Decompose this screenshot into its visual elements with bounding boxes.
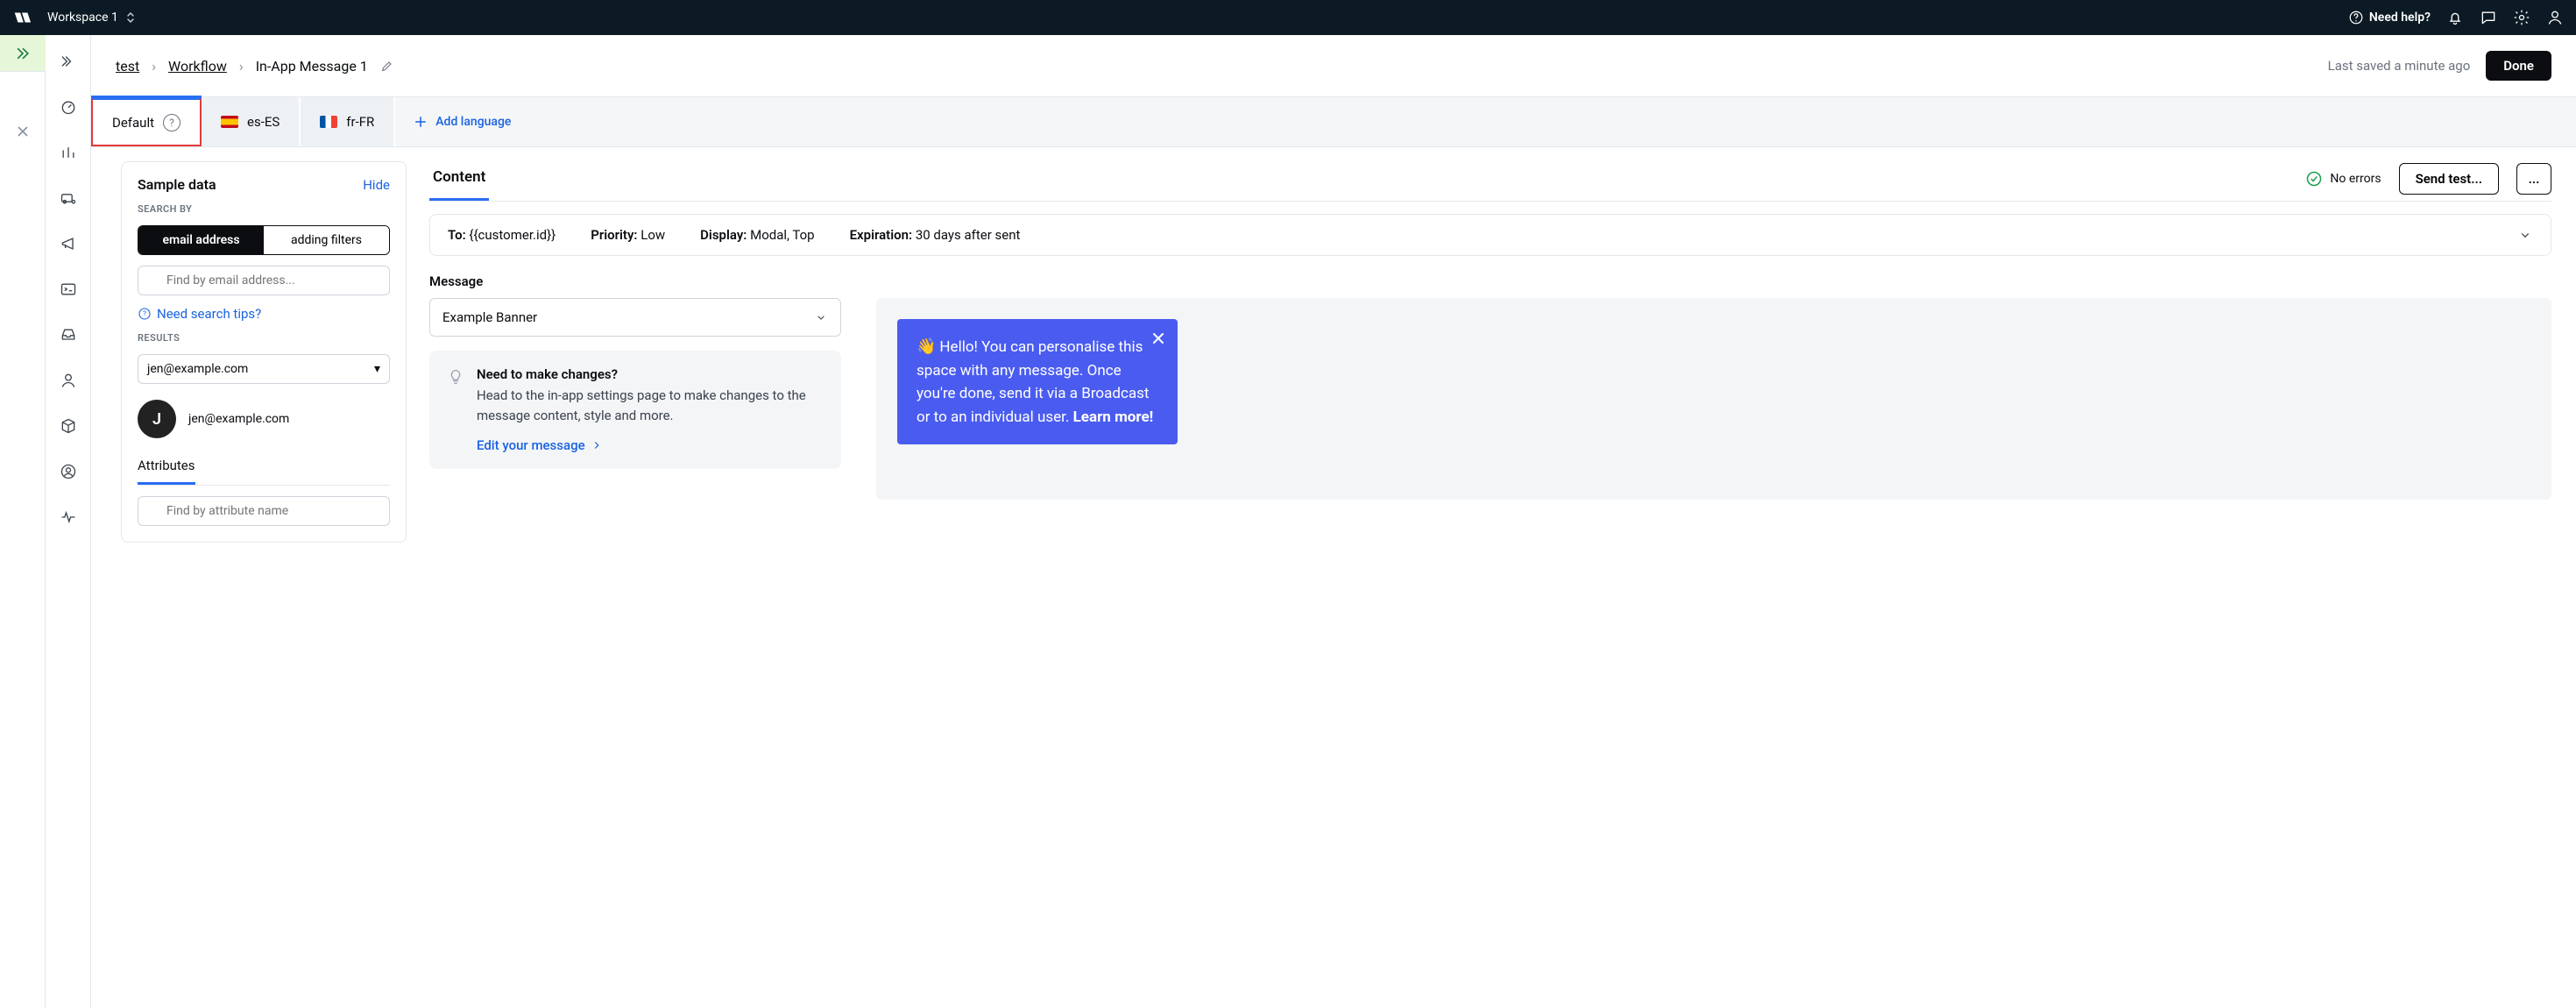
- results-select[interactable]: jen@example.com ▾: [138, 354, 390, 384]
- banner-learn-more[interactable]: Learn more!: [1073, 408, 1154, 426]
- updown-icon: [125, 12, 136, 23]
- edit-message-link[interactable]: Edit your message: [477, 437, 603, 453]
- search-by-label: SEARCH BY: [138, 203, 390, 215]
- rail-secondary-icon[interactable]: [12, 121, 33, 142]
- person-email: jen@example.com: [188, 412, 289, 426]
- hint-box: Need to make changes? Head to the in-app…: [429, 351, 841, 469]
- flag-fr-icon: [320, 116, 337, 128]
- check-circle-icon: [2305, 170, 2323, 188]
- workspace-name: Workspace 1: [47, 11, 118, 25]
- hint-body: Head to the in-app settings page to make…: [477, 386, 824, 425]
- nav-people-icon[interactable]: [58, 370, 79, 391]
- collapse-rail-icon[interactable]: [58, 51, 79, 72]
- nav-terminal-icon[interactable]: [58, 279, 79, 300]
- breadcrumb: test › Workflow › In-App Message 1: [116, 58, 394, 75]
- attribute-search-input[interactable]: [138, 496, 390, 526]
- done-button[interactable]: Done: [2486, 51, 2551, 81]
- gear-icon[interactable]: [2513, 9, 2530, 26]
- nav-broadcast-icon[interactable]: [58, 233, 79, 254]
- chevron-down-icon: [814, 310, 828, 324]
- breadcrumb-test[interactable]: test: [116, 58, 139, 75]
- lang-tab-es[interactable]: es-ES: [202, 97, 301, 146]
- sample-data-title: Sample data: [138, 176, 216, 193]
- lang-tab-default[interactable]: Default ?: [91, 97, 202, 146]
- no-errors-indicator: No errors: [2305, 170, 2381, 188]
- need-help-button[interactable]: Need help?: [2348, 10, 2431, 25]
- bell-icon[interactable]: [2446, 9, 2464, 26]
- chevron-right-icon: ›: [152, 58, 156, 75]
- workspace-switcher[interactable]: Workspace 1: [47, 11, 136, 25]
- search-tips-link[interactable]: ? Need search tips?: [138, 306, 390, 322]
- chevron-right-icon: ›: [239, 58, 244, 75]
- rail-app-icon[interactable]: [12, 43, 33, 64]
- lang-tab-fr[interactable]: fr-FR: [301, 97, 395, 146]
- nav-package-icon[interactable]: [58, 415, 79, 437]
- add-language-button[interactable]: Add language: [395, 97, 528, 146]
- chat-icon[interactable]: [2480, 9, 2497, 26]
- nav-journeys-icon[interactable]: [58, 188, 79, 209]
- breadcrumb-current: In-App Message 1: [256, 58, 368, 75]
- nav-dashboard-icon[interactable]: [58, 96, 79, 117]
- search-by-segment: email address adding filters: [138, 225, 390, 255]
- last-saved-label: Last saved a minute ago: [2328, 58, 2471, 74]
- chevron-down-icon: ▾: [374, 362, 380, 376]
- results-label: RESULTS: [138, 332, 390, 344]
- nav-account-icon[interactable]: [58, 461, 79, 482]
- search-input[interactable]: [138, 266, 390, 295]
- more-actions-button[interactable]: ...: [2516, 163, 2551, 195]
- svg-text:?: ?: [143, 310, 146, 318]
- segment-email[interactable]: email address: [138, 226, 264, 254]
- message-preview: 👋Hello! You can personalise this space w…: [876, 298, 2551, 500]
- plus-icon: [413, 114, 428, 130]
- help-icon[interactable]: ?: [163, 114, 180, 131]
- hide-link[interactable]: Hide: [363, 177, 390, 193]
- message-meta-summary[interactable]: To: {{customer.id}} Priority: Low Displa…: [429, 214, 2551, 256]
- nav-inbox-icon[interactable]: [58, 324, 79, 345]
- segment-filters[interactable]: adding filters: [264, 226, 389, 254]
- pencil-icon[interactable]: [380, 59, 394, 73]
- app-logo[interactable]: [12, 8, 32, 27]
- tab-content[interactable]: Content: [429, 156, 489, 201]
- nav-activity-icon[interactable]: [58, 507, 79, 528]
- hint-title: Need to make changes?: [477, 366, 824, 382]
- breadcrumb-workflow[interactable]: Workflow: [168, 58, 227, 75]
- help-icon: ?: [138, 307, 152, 321]
- message-section-label: Message: [429, 273, 2551, 289]
- subtab-attributes[interactable]: Attributes: [138, 449, 195, 485]
- close-icon[interactable]: [1150, 330, 1167, 347]
- lightbulb-icon: [447, 368, 464, 386]
- avatar: J: [138, 400, 176, 438]
- chevron-right-icon: [591, 439, 603, 451]
- wave-emoji: 👋: [916, 337, 936, 356]
- chevron-down-icon[interactable]: [2517, 227, 2533, 243]
- flag-es-icon: [221, 116, 238, 128]
- send-test-button[interactable]: Send test...: [2399, 163, 2499, 195]
- banner-preview: 👋Hello! You can personalise this space w…: [897, 319, 1178, 444]
- message-template-select[interactable]: Example Banner: [429, 298, 841, 337]
- user-icon[interactable]: [2546, 9, 2564, 26]
- nav-analytics-icon[interactable]: [58, 142, 79, 163]
- help-icon: [2348, 10, 2364, 25]
